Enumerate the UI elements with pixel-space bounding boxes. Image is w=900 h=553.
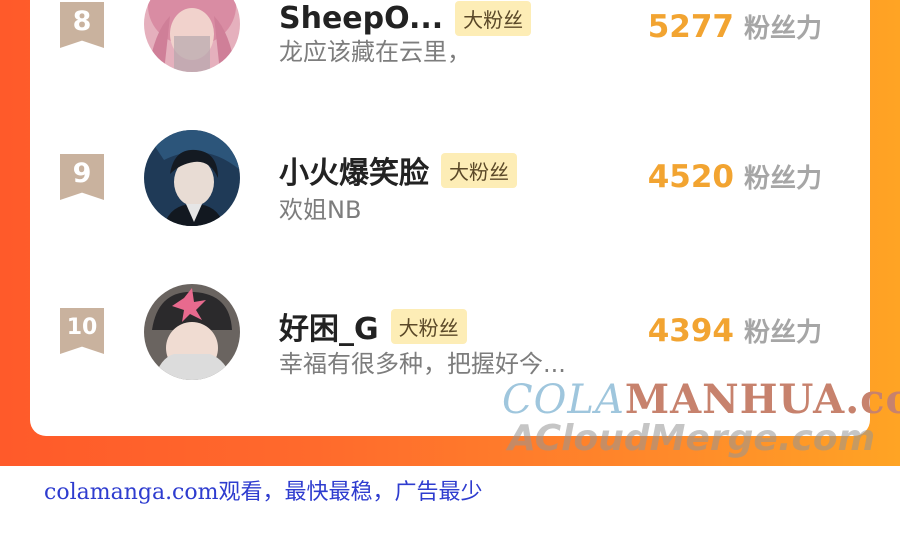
score-value: 5277 <box>647 9 734 45</box>
comment-text: 欢姐NB <box>279 196 362 224</box>
acloudmerge-watermark: ACloudMerge.com <box>508 418 876 459</box>
rank-badge: 10 <box>60 308 104 354</box>
rank-badge: 8 <box>60 2 104 48</box>
fan-power-score: 4394 粉丝力 <box>648 312 822 349</box>
avatar[interactable] <box>144 284 240 380</box>
watermark-part-a: COLA <box>502 377 625 423</box>
score-unit: 粉丝力 <box>743 164 822 194</box>
list-item[interactable]: 8 SheepO... 大粉丝 龙应该藏在云里， 5277 粉丝力 <box>30 0 870 72</box>
username[interactable]: 小火爆笑脸 <box>279 148 429 192</box>
name-line: 小火爆笑脸 大粉丝 <box>279 152 517 191</box>
score-value: 4520 <box>647 159 734 195</box>
name-line: 好困_G 大粉丝 <box>279 308 467 347</box>
score-unit: 粉丝力 <box>743 318 822 348</box>
comment-text: 幸福有很多种，把握好今... <box>279 350 566 378</box>
fan-power-score: 4520 粉丝力 <box>648 158 822 195</box>
rank-badge: 9 <box>60 154 104 200</box>
username[interactable]: 好困_G <box>279 304 379 348</box>
avatar[interactable] <box>144 130 240 226</box>
leaderboard-card: 8 SheepO... 大粉丝 龙应该藏在云里， 5277 粉丝力 9 小火爆笑… <box>30 0 870 436</box>
pink-hair-avatar-icon <box>144 0 240 72</box>
fan-level-badge: 大粉丝 <box>441 152 517 188</box>
leaderboard-frame: 8 SheepO... 大粉丝 龙应该藏在云里， 5277 粉丝力 9 小火爆笑… <box>0 0 900 466</box>
fan-level-badge: 大粉丝 <box>455 0 532 36</box>
anime-character-avatar-icon <box>144 130 240 226</box>
list-item[interactable]: 9 小火爆笑脸 大粉丝 欢姐NB 4520 粉丝力 <box>30 110 870 226</box>
score-value: 4394 <box>647 313 734 349</box>
avatar[interactable] <box>144 0 240 72</box>
fan-level-badge: 大粉丝 <box>390 308 467 344</box>
fan-power-score: 5277 粉丝力 <box>648 8 822 45</box>
score-unit: 粉丝力 <box>743 14 822 44</box>
comment-text: 龙应该藏在云里， <box>279 38 471 66</box>
colamanhua-watermark: COLAMANHUA.com <box>502 376 900 423</box>
site-footer-link[interactable]: colamanga.com观看，最快最稳，广告最少 <box>44 474 483 506</box>
username[interactable]: SheepO... <box>279 1 443 36</box>
watermark-part-b: MANHUA.com <box>624 376 900 423</box>
name-line: SheepO... 大粉丝 <box>279 0 532 36</box>
list-item[interactable]: 10 好困_G 大粉丝 幸福有很多种，把握好今... 4394 粉丝力 <box>30 264 870 380</box>
girl-with-hat-avatar-icon <box>144 284 240 380</box>
